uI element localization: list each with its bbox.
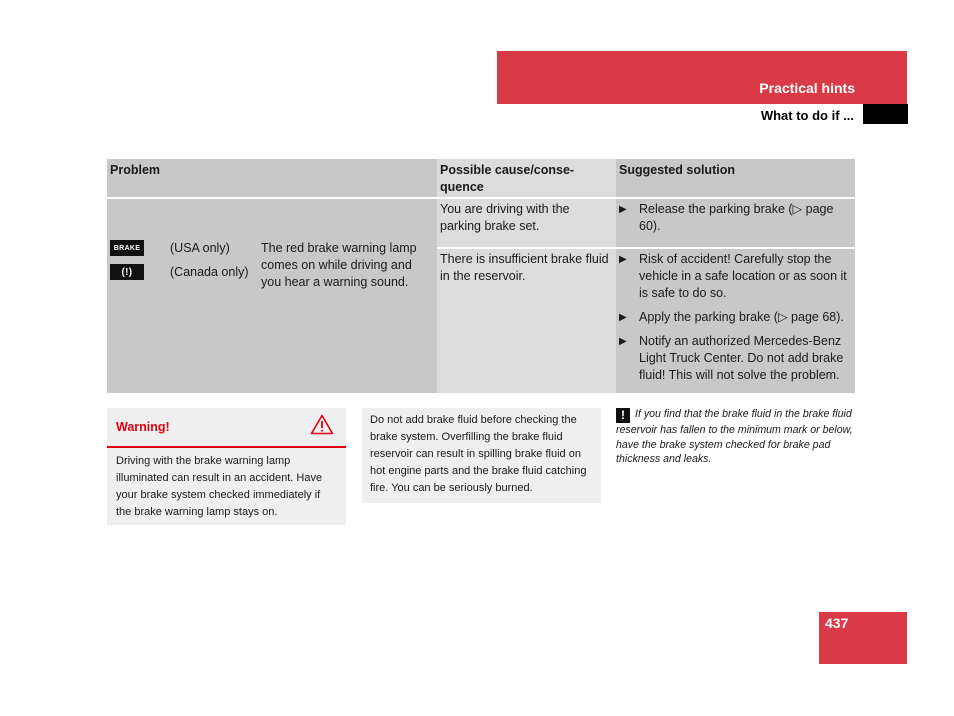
- lamp-label-usa: (USA only): [170, 241, 230, 255]
- page-number: 437: [825, 615, 849, 631]
- bullet-arrow-icon: ▶: [619, 336, 627, 347]
- warning-box: Warning! Driving with the brake warning …: [107, 408, 346, 525]
- solution-step: ▶ Apply the parking brake (▷ page 68).: [619, 309, 852, 326]
- chapter-tab-marker: [863, 104, 908, 124]
- problem-cell: BRAKE (USA only) (!) (Canada only) The r…: [107, 199, 437, 393]
- solution-step-text: Risk of accident! Carefully stop the veh…: [639, 252, 847, 300]
- lamp-label-canada: (Canada only): [170, 265, 249, 279]
- lamp-row-canada: (!): [110, 264, 144, 280]
- cause-cell: You are driving with the parking brake s…: [437, 199, 616, 247]
- exclamation-icon: !: [616, 408, 630, 423]
- column-header-cause-line1: Possible cause/conse-: [440, 163, 575, 177]
- table-row: You are driving with the parking brake s…: [437, 199, 855, 249]
- subsection-title: What to do if ...: [760, 108, 854, 123]
- solution-cell: ▶ Risk of accident! Carefully stop the v…: [616, 249, 855, 393]
- warning-triangle-icon: [310, 414, 334, 440]
- solution-step-text: Apply the parking brake (▷ page 68).: [639, 310, 844, 324]
- column-header-problem: Problem: [110, 163, 161, 177]
- column-header-cause-line2: quence: [440, 180, 484, 194]
- bullet-arrow-icon: ▶: [619, 254, 627, 265]
- problem-description: The red brake warning lamp comes on whil…: [261, 241, 417, 289]
- warning-body: Driving with the brake warning lamp illu…: [116, 455, 323, 518]
- table-header: Problem Possible cause/conse- quence Sug…: [107, 159, 855, 199]
- section-header-bar: [497, 51, 907, 104]
- table-body: BRAKE (USA only) (!) (Canada only) The r…: [107, 199, 855, 393]
- cause-cell: There is insufficient brake fluid in the…: [437, 249, 616, 393]
- page-number-box: 437: [819, 612, 907, 664]
- solution-step: ▶ Risk of accident! Carefully stop the v…: [619, 251, 852, 302]
- solution-cell: ▶ Release the parking brake (▷ page 60).: [616, 199, 855, 247]
- brake-circle-lamp-icon: (!): [110, 264, 144, 280]
- solution-step: ▶ Notify an authorized Mercedes-Benz Lig…: [619, 333, 852, 384]
- column-header-solution: Suggested solution: [619, 163, 735, 177]
- cause-solution-rows: You are driving with the parking brake s…: [437, 199, 855, 393]
- warning-header: Warning!: [107, 408, 346, 448]
- section-title: Practical hints: [759, 80, 855, 96]
- bullet-arrow-icon: ▶: [619, 312, 627, 323]
- bullet-arrow-icon: ▶: [619, 204, 627, 215]
- solution-step: ▶ Release the parking brake (▷ page 60).: [619, 201, 852, 235]
- caution-note: Do not add brake fluid before checking t…: [362, 408, 601, 503]
- info-note: ! If you find that the brake fluid in the…: [616, 407, 861, 467]
- troubleshooting-table: Problem Possible cause/conse- quence Sug…: [107, 159, 855, 393]
- solution-step-text: Notify an authorized Mercedes-Benz Light…: [639, 334, 844, 382]
- info-note-text: If you find that the brake fluid in the …: [616, 408, 853, 466]
- solution-step-text: Release the parking brake (▷ page 60).: [639, 202, 834, 233]
- lamp-row-usa: BRAKE: [110, 240, 144, 256]
- table-row: There is insufficient brake fluid in the…: [437, 249, 855, 393]
- column-header-cause: Possible cause/conse- quence: [437, 159, 616, 197]
- warning-title: Warning!: [116, 420, 170, 434]
- brake-lamp-icon: BRAKE: [110, 240, 144, 256]
